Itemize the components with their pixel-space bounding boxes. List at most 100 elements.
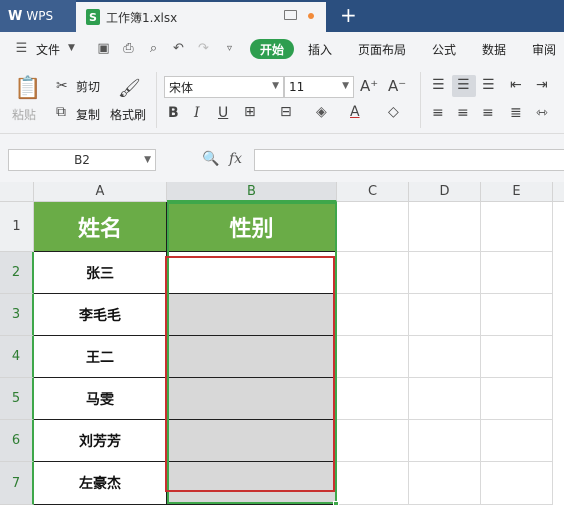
scissors-icon[interactable]: ✂	[56, 78, 68, 94]
row-header-7[interactable]: 7	[0, 462, 34, 505]
name-box[interactable]: B2 ▼	[8, 149, 156, 171]
tab-formulas[interactable]: 公式	[432, 32, 456, 66]
cell-a6[interactable]: 刘芳芳	[34, 420, 167, 462]
align-center-icon[interactable]: ≡	[457, 105, 469, 121]
cell-b2[interactable]	[167, 252, 337, 294]
tab-home[interactable]: 开始	[250, 39, 294, 59]
italic-icon[interactable]: I	[194, 105, 200, 121]
row-header-5[interactable]: 5	[0, 378, 34, 420]
cell-d1[interactable]	[409, 202, 481, 252]
cell-c3[interactable]	[337, 294, 409, 336]
cell-e7[interactable]	[481, 462, 553, 505]
increase-font-icon[interactable]: A⁺	[360, 77, 378, 95]
row-header-1[interactable]: 1	[0, 202, 34, 252]
clear-format-icon[interactable]: ◇	[388, 104, 399, 120]
file-menu[interactable]: 文件	[36, 32, 60, 66]
align-middle-icon[interactable]: ☰	[457, 77, 470, 93]
customize-toolbar-icon[interactable]: ▿	[222, 41, 237, 56]
wps-home-tab[interactable]: W WPS	[0, 0, 76, 32]
cell-d3[interactable]	[409, 294, 481, 336]
merge-cells-icon[interactable]: ⊟	[280, 104, 292, 120]
format-painter-icon[interactable]: 🖌	[118, 78, 141, 99]
select-all-corner[interactable]	[0, 182, 34, 202]
indent-increase-icon[interactable]: ⇥	[536, 77, 548, 93]
justify-icon[interactable]: ≣	[510, 105, 522, 121]
cell-d2[interactable]	[409, 252, 481, 294]
cell-c4[interactable]	[337, 336, 409, 378]
insert-function-button[interactable]: fx	[229, 151, 242, 167]
cell-e2[interactable]	[481, 252, 553, 294]
fill-handle[interactable]	[333, 501, 339, 505]
border-icon[interactable]: ⊞	[244, 104, 256, 120]
cell-a4[interactable]: 王二	[34, 336, 167, 378]
cell-c5[interactable]	[337, 378, 409, 420]
tab-page-layout[interactable]: 页面布局	[358, 32, 406, 66]
distribute-icon[interactable]: ⇿	[536, 105, 548, 121]
copy-icon[interactable]: ⧉	[56, 104, 66, 120]
document-tab[interactable]: S 工作簿1.xlsx	[76, 2, 326, 32]
cell-d5[interactable]	[409, 378, 481, 420]
cell-b7[interactable]	[167, 462, 337, 505]
tab-review[interactable]: 审阅	[532, 32, 556, 66]
font-name-select[interactable]: 宋体 ▼	[164, 76, 284, 98]
align-top-icon[interactable]: ☰	[432, 77, 445, 93]
row-header-3[interactable]: 3	[0, 294, 34, 336]
print-icon[interactable]: ⎙	[121, 41, 136, 56]
row-header-2[interactable]: 2	[0, 252, 34, 294]
font-size-select[interactable]: 11 ▼	[284, 76, 354, 98]
cell-a5[interactable]: 马雯	[34, 378, 167, 420]
undo-icon[interactable]: ↶	[171, 41, 186, 56]
indent-decrease-icon[interactable]: ⇤	[510, 77, 522, 93]
chevron-down-icon[interactable]: ▼	[64, 41, 79, 56]
cell-d6[interactable]	[409, 420, 481, 462]
paste-button[interactable]: 粘贴	[12, 106, 36, 123]
column-header-f[interactable]	[553, 182, 564, 202]
zoom-search-icon[interactable]: 🔍	[202, 151, 219, 167]
align-right-icon[interactable]: ≡	[482, 105, 494, 121]
cell-d7[interactable]	[409, 462, 481, 505]
font-color-icon[interactable]: A	[350, 104, 360, 120]
cell-a3[interactable]: 李毛毛	[34, 294, 167, 336]
row-header-4[interactable]: 4	[0, 336, 34, 378]
hamburger-menu-icon[interactable]: ☰	[14, 41, 29, 56]
cell-a7[interactable]: 左豪杰	[34, 462, 167, 505]
formula-input[interactable]	[254, 149, 564, 171]
redo-icon[interactable]: ↷	[196, 41, 211, 56]
column-header-e[interactable]: E	[481, 182, 553, 202]
tab-data[interactable]: 数据	[482, 32, 506, 66]
cell-c7[interactable]	[337, 462, 409, 505]
monitor-icon[interactable]	[284, 10, 297, 20]
bold-icon[interactable]: B	[168, 105, 179, 121]
tab-insert[interactable]: 插入	[308, 32, 332, 66]
cell-d4[interactable]	[409, 336, 481, 378]
cell-e1[interactable]	[481, 202, 553, 252]
new-tab-button[interactable]: +	[340, 4, 357, 26]
align-left-icon[interactable]: ≡	[432, 105, 444, 121]
cell-e3[interactable]	[481, 294, 553, 336]
align-bottom-icon[interactable]: ☰	[482, 77, 495, 93]
cell-c1[interactable]	[337, 202, 409, 252]
cell-a2[interactable]: 张三	[34, 252, 167, 294]
copy-button[interactable]: 复制	[76, 106, 100, 123]
save-icon[interactable]: ▣	[96, 41, 111, 56]
cell-b5[interactable]	[167, 378, 337, 420]
cell-b4[interactable]	[167, 336, 337, 378]
column-header-c[interactable]: C	[337, 182, 409, 202]
column-header-b[interactable]: B	[167, 182, 337, 202]
decrease-font-icon[interactable]: A⁻	[388, 77, 406, 95]
format-painter-button[interactable]: 格式刷	[110, 106, 146, 123]
cell-a1[interactable]: 姓名	[34, 202, 167, 252]
column-header-d[interactable]: D	[409, 182, 481, 202]
row-header-6[interactable]: 6	[0, 420, 34, 462]
cell-b1[interactable]: 性别	[167, 202, 337, 252]
cell-e4[interactable]	[481, 336, 553, 378]
column-header-a[interactable]: A	[34, 182, 167, 202]
paste-icon[interactable]: 📋	[14, 76, 41, 101]
cell-b3[interactable]	[167, 294, 337, 336]
cell-e6[interactable]	[481, 420, 553, 462]
underline-icon[interactable]: U	[218, 105, 228, 121]
fill-color-icon[interactable]: ◈	[316, 104, 327, 120]
cell-b6[interactable]	[167, 420, 337, 462]
cell-c2[interactable]	[337, 252, 409, 294]
cell-c6[interactable]	[337, 420, 409, 462]
